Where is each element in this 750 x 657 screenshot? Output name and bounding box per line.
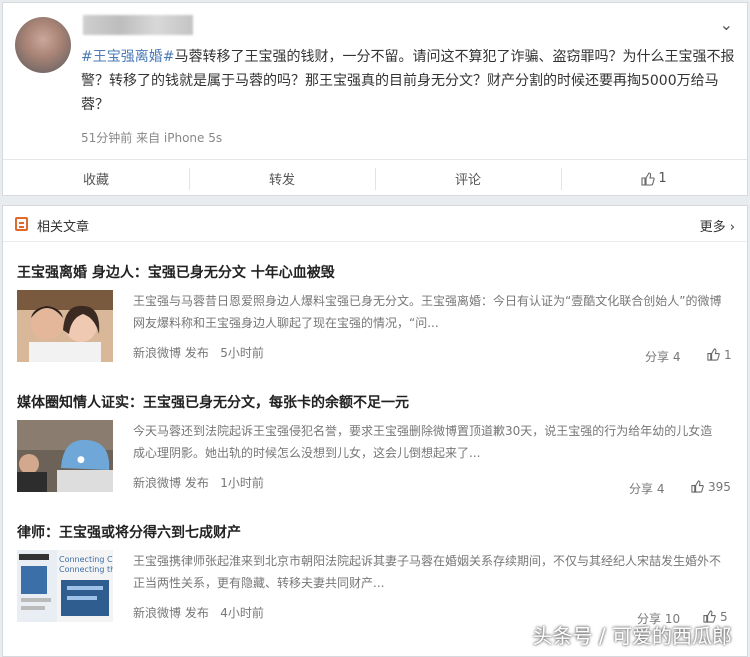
share-button[interactable]: 分享 4 bbox=[645, 348, 680, 365]
thumbs-up-icon bbox=[707, 348, 720, 361]
comment-button[interactable]: 评论 bbox=[375, 160, 561, 197]
thumbs-up-icon bbox=[641, 171, 656, 186]
article-source: 新浪微博 发布 4小时前 bbox=[133, 604, 264, 621]
thumb-text: Connecting Ch bbox=[59, 555, 113, 564]
related-header: 相关文章 更多 › bbox=[3, 206, 747, 242]
thumb-text: Connecting th bbox=[59, 565, 113, 574]
hashtag-link[interactable]: #王宝强离婚# bbox=[81, 49, 174, 65]
username-blurred[interactable] bbox=[83, 15, 193, 35]
article-time: 5小时前 bbox=[220, 346, 264, 360]
repost-label: 转发 bbox=[268, 173, 295, 188]
article-thumbnail[interactable]: Connecting Ch Connecting th bbox=[17, 550, 113, 622]
more-link[interactable]: 更多 › bbox=[700, 216, 735, 235]
collect-label: 收藏 bbox=[82, 173, 109, 188]
article-time: 4小时前 bbox=[220, 606, 264, 620]
article-summary: 今天马蓉还到法院起诉王宝强侵犯名誉，要求王宝强删除微博置顶道歉30天，说王宝强的… bbox=[133, 424, 713, 460]
avatar[interactable] bbox=[15, 17, 71, 73]
article-thumbnail[interactable]: ● bbox=[17, 420, 113, 492]
chevron-down-icon[interactable]: ⌄ bbox=[720, 15, 733, 34]
svg-text:●: ● bbox=[77, 455, 85, 465]
article-thumbnail[interactable] bbox=[17, 290, 113, 362]
weibo-post-card: ⌄ #王宝强离婚#马蓉转移了王宝强的钱财，一分不留。请问这不算犯了诈骗、盗窃罪吗… bbox=[2, 2, 748, 196]
source-label: 新浪微博 发布 bbox=[133, 606, 209, 620]
post-meta: 51分钟前 来自 iPhone 5s bbox=[81, 131, 223, 145]
post-body: #王宝强离婚#马蓉转移了王宝强的钱财，一分不留。请问这不算犯了诈骗、盗窃罪吗？为… bbox=[81, 45, 741, 117]
share-button[interactable]: 分享 4 bbox=[629, 480, 664, 497]
article-icon bbox=[15, 217, 28, 231]
comment-label: 评论 bbox=[454, 173, 481, 188]
article-title[interactable]: 律师：王宝强或将分得六到七成财产 bbox=[17, 522, 241, 542]
article-summary: 王宝强携律师张起淮来到北京市朝阳法院起诉其妻子马蓉在婚姻关系存续期间，不仅与其经… bbox=[133, 554, 722, 590]
source-label: 新浪微博 发布 bbox=[133, 476, 209, 490]
collect-button[interactable]: 收藏 bbox=[3, 160, 189, 197]
article-source: 新浪微博 发布 5小时前 bbox=[133, 344, 264, 361]
article-summary: 王宝强与马蓉昔日恩爱照身边人爆料宝强已身无分文。王宝强离婚：今日有认证为“壹酷文… bbox=[133, 294, 722, 330]
source-label: 新浪微博 发布 bbox=[133, 346, 209, 360]
like-count: 1 bbox=[658, 171, 667, 186]
article-source: 新浪微博 发布 1小时前 bbox=[133, 474, 264, 491]
related-articles-card: 相关文章 更多 › 王宝强离婚 身边人：宝强已身无分文 十年心血被毁 王宝强与马… bbox=[2, 205, 748, 657]
more-label: 更多 bbox=[699, 220, 726, 235]
thumbs-up-icon bbox=[691, 480, 704, 493]
repost-button[interactable]: 转发 bbox=[189, 160, 375, 197]
post-text: 马蓉转移了王宝强的钱财，一分不留。请问这不算犯了诈骗、盗窃罪吗？为什么王宝强不报… bbox=[81, 49, 735, 113]
post-action-bar: 收藏 转发 评论 1 bbox=[3, 159, 747, 197]
article-title[interactable]: 王宝强离婚 身边人：宝强已身无分文 十年心血被毁 bbox=[17, 262, 335, 282]
article-like-count: 395 bbox=[708, 480, 731, 494]
article-like-button[interactable]: 1 bbox=[707, 348, 732, 362]
article-like-count: 1 bbox=[724, 348, 732, 362]
article-time: 1小时前 bbox=[220, 476, 264, 490]
watermark: 头条号 / 可爱的西瓜郎 bbox=[532, 624, 732, 648]
like-button[interactable]: 1 bbox=[561, 160, 747, 197]
article-like-button[interactable]: 395 bbox=[691, 480, 731, 494]
related-title: 相关文章 bbox=[37, 220, 90, 235]
article-title[interactable]: 媒体圈知情人证实：王宝强已身无分文，每张卡的余额不足一元 bbox=[17, 392, 409, 412]
